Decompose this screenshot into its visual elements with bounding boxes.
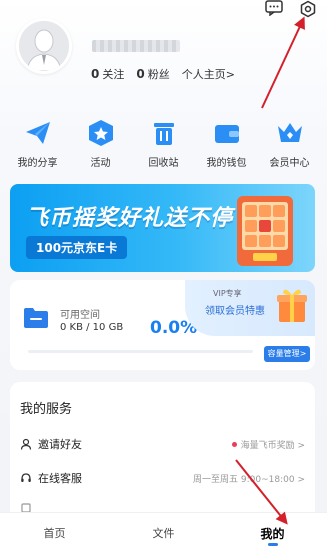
personal-home-link[interactable]: 个人主页> [182, 66, 235, 82]
capacity-management-button[interactable]: 容量管理> [264, 346, 310, 362]
trash-icon [153, 123, 174, 145]
services-card: 我的服务 邀请好友 海量飞币奖励 > 在线客服 周一至周五 9:00~18:00… [10, 382, 315, 532]
follow-label: 关注 [102, 68, 125, 81]
profile-stats: 0 关注 0 粉丝 个人主页> [91, 66, 235, 82]
avatar[interactable] [16, 18, 72, 74]
share-icon [25, 122, 50, 144]
storage-value: 0 KB / 10 GB [60, 322, 124, 333]
quick-actions: 我的分享 活动 回收站 我的钱包 会员中心 [0, 118, 327, 174]
storage-progress-track [28, 350, 253, 353]
storage-card: 可用空间 0 KB / 10 GB 0.0% 容量管理> VIP专享 领取会员特… [10, 280, 315, 370]
quick-item-activity[interactable]: 活动 [71, 118, 131, 174]
service-hint-text: 周一至周五 9:00~18:00 > [193, 474, 305, 485]
vip-promo[interactable]: VIP专享 领取会员特惠 [185, 280, 315, 336]
fans-count: 0 [136, 67, 145, 81]
headset-icon [21, 473, 31, 482]
quick-item-label: 会员中心 [269, 158, 310, 169]
banner-title: 飞币摇奖好礼送不停 [26, 206, 234, 231]
vip-tag: VIP专享 [213, 289, 242, 298]
wallet-icon [214, 125, 239, 143]
quick-item-member-center[interactable]: 会员中心 [260, 118, 320, 174]
service-label: 邀请好友 [38, 438, 82, 451]
tab-mine[interactable]: 我的 [218, 513, 327, 552]
storage-label: 可用空间 [60, 310, 100, 321]
notification-dot [231, 441, 237, 447]
banner-subtitle: 100元京东E卡 [26, 236, 128, 259]
quick-item-recycle-bin[interactable]: 回收站 [134, 118, 194, 174]
service-support-hint: 周一至周五 9:00~18:00 > [193, 472, 305, 485]
gift-icon [277, 289, 307, 322]
star-icon [88, 120, 113, 146]
service-hint-text: 海量飞币奖励 > [240, 440, 305, 451]
promo-banner[interactable]: 飞币摇奖好礼送不停 100元京东E卡 [10, 184, 315, 272]
tab-home[interactable]: 首页 [0, 513, 109, 552]
follow-count: 0 [91, 67, 100, 81]
vip-offer-text: 领取会员特惠 [205, 306, 265, 317]
quick-item-label: 活动 [90, 158, 111, 169]
quick-item-label: 回收站 [148, 158, 179, 169]
follow-stat[interactable]: 0 关注 [91, 66, 124, 82]
services-title: 我的服务 [20, 402, 73, 417]
quick-item-wallet[interactable]: 我的钱包 [197, 118, 257, 174]
service-online-support[interactable]: 在线客服 周一至周五 9:00~18:00 > [20, 468, 305, 488]
fans-label: 粉丝 [147, 68, 170, 81]
service-invite-hint: 海量飞币奖励 > [231, 438, 305, 451]
fans-stat[interactable]: 0 粉丝 [136, 66, 169, 82]
quick-item-label: 我的钱包 [206, 158, 247, 169]
folder-icon [24, 308, 48, 328]
tab-files[interactable]: 文件 [109, 513, 218, 552]
quick-item-label: 我的分享 [17, 158, 58, 169]
profile-header: 0 关注 0 粉丝 个人主页> [14, 14, 313, 94]
service-label: 在线客服 [38, 472, 82, 485]
lottery-machine-illustration [237, 196, 293, 266]
bottom-tab-bar: 首页 文件 我的 [0, 512, 327, 552]
user-icon [20, 438, 32, 450]
username-blurred [92, 40, 180, 52]
service-invite-friends[interactable]: 邀请好友 海量飞币奖励 > [20, 434, 305, 454]
quick-item-share[interactable]: 我的分享 [8, 118, 68, 174]
avatar-image [19, 21, 69, 71]
crown-icon [277, 123, 302, 142]
